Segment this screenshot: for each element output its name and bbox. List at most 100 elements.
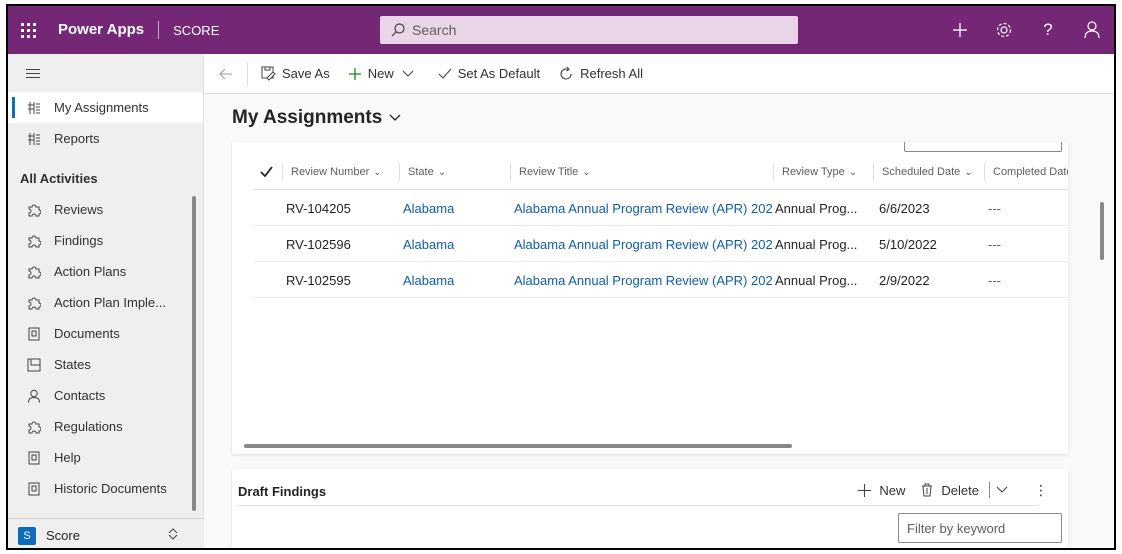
chevron-down-icon (389, 114, 401, 121)
filter-by-keyword-input[interactable]: Filter by keyword (898, 513, 1062, 543)
chevron-down-icon: ⌄ (373, 166, 382, 178)
back-button[interactable] (204, 61, 248, 86)
sidebar-item-help[interactable]: Help (8, 442, 203, 473)
cell-scheduled-date: 6/6/2023 (879, 200, 930, 216)
person-icon (1084, 21, 1100, 39)
chevron-down-icon[interactable] (402, 70, 414, 78)
column-header-review-number[interactable]: Review Number ⌄ (282, 163, 394, 181)
checkmark-icon (260, 166, 273, 178)
sidebar-item-action-plans[interactable]: Action Plans (8, 256, 203, 287)
filter-input[interactable] (904, 142, 1062, 152)
cell-review-number: RV-102596 (286, 236, 351, 252)
new-view-button[interactable]: New (339, 54, 429, 94)
sidebar-item-historic-documents[interactable]: Historic Documents (8, 473, 203, 504)
puzzle-icon (26, 264, 42, 280)
chevron-up-down-icon (168, 528, 178, 543)
draft-more-dropdown[interactable] (989, 482, 1016, 498)
app-launcher-button[interactable] (8, 6, 48, 54)
plus-icon (953, 23, 967, 37)
puzzle-icon (26, 233, 42, 249)
sidebar-item-label: My Assignments (54, 100, 149, 115)
sidebar-item-regulations[interactable]: Regulations (8, 411, 203, 442)
view-selector[interactable]: My Assignments (232, 107, 401, 129)
refresh-all-label: Refresh All (580, 66, 643, 81)
column-label: Completed Date (993, 166, 1068, 178)
chevron-down-icon: ⌄ (964, 166, 973, 178)
collapse-nav-button[interactable] (8, 54, 203, 92)
sidebar-item-reports[interactable]: Reports (8, 123, 203, 154)
column-header-state[interactable]: State ⌄ (399, 163, 499, 181)
area-label: Score (46, 528, 80, 543)
draft-overflow-button[interactable]: ⋮ (1034, 482, 1048, 499)
sidebar-item-label: Regulations (54, 419, 123, 434)
new-record-button[interactable] (938, 6, 982, 54)
sidebar-item-label: Reports (54, 131, 100, 146)
top-bar-actions: ? (938, 6, 1114, 54)
top-bar: Power Apps SCORE Search ? (8, 6, 1114, 54)
puzzle-icon (26, 295, 42, 311)
sidebar-item-documents[interactable]: Documents (8, 318, 203, 349)
app-name[interactable]: Power Apps (48, 21, 160, 39)
column-header-completed-date[interactable]: Completed Date (984, 163, 1068, 181)
sidebar-item-label: Historic Documents (54, 481, 167, 496)
sidebar-scrollbar[interactable] (192, 196, 196, 511)
hamburger-icon (26, 72, 40, 74)
cell-review-title-link[interactable]: Alabama Annual Program Review (APR) 2022 (514, 226, 772, 262)
search-icon (391, 23, 405, 37)
main-scrollbar[interactable] (1100, 202, 1104, 260)
column-header-scheduled-date[interactable]: Scheduled Date ⌄ (873, 163, 977, 181)
sidebar-item-contacts[interactable]: Contacts (8, 380, 203, 411)
cell-state-link[interactable]: Alabama (403, 262, 454, 298)
area-switcher[interactable]: S Score (8, 518, 204, 548)
grid-header: Review Number ⌄ State ⌄ Review Title ⌄ Revi… (254, 154, 1068, 190)
cell-state-link[interactable]: Alabama (403, 190, 454, 226)
cell-review-title-link[interactable]: Alabama Annual Program Review (APR) 2023 (514, 262, 772, 298)
nav-group-title: All Activities (20, 171, 98, 186)
draft-new-button[interactable]: New (858, 483, 905, 498)
arrow-left-icon (218, 68, 232, 79)
gear-icon (996, 22, 1012, 38)
column-header-review-title[interactable]: Review Title ⌄ (510, 163, 760, 181)
cell-review-type: Annual Prog... (775, 200, 858, 216)
account-button[interactable] (1070, 6, 1114, 54)
table-row[interactable]: RV-102595 Alabama Alabama Annual Program… (254, 262, 1068, 298)
document-icon (26, 326, 42, 342)
set-as-default-button[interactable]: Set As Default (429, 54, 549, 94)
save-as-button[interactable]: Save As (252, 54, 339, 94)
search-input[interactable]: Search (380, 16, 798, 44)
sidebar-item-label: Contacts (54, 388, 106, 403)
sidebar-item-label: Action Plan Imple... (54, 295, 166, 310)
environment-name[interactable]: SCORE (159, 23, 219, 38)
cell-state-link[interactable]: Alabama (403, 226, 454, 262)
more-vertical-icon: ⋮ (1034, 481, 1048, 498)
sidebar-item-findings[interactable]: Findings (8, 225, 203, 256)
table-row[interactable]: RV-102596 Alabama Alabama Annual Program… (254, 226, 1068, 262)
draft-findings-title: Draft Findings (238, 484, 327, 499)
sidebar: My Assignments Reports All Activities Re… (8, 54, 204, 548)
sidebar-item-label: Help (54, 450, 81, 465)
plus-icon (858, 483, 872, 497)
new-label: New (367, 66, 394, 81)
select-all-checkbox[interactable] (260, 164, 273, 180)
plus-icon (348, 67, 361, 80)
sidebar-item-states[interactable]: States (8, 349, 203, 380)
table-row[interactable]: RV-104205 Alabama Alabama Annual Program… (254, 190, 1068, 226)
settings-button[interactable] (982, 6, 1026, 54)
chevron-down-icon: ⌄ (437, 166, 447, 178)
person-icon (26, 388, 42, 404)
draft-delete-button[interactable]: Delete (921, 483, 979, 498)
refresh-all-button[interactable]: Refresh All (549, 54, 652, 94)
sidebar-item-my-assignments[interactable]: My Assignments (8, 92, 203, 123)
sidebar-item-reviews[interactable]: Reviews (8, 194, 203, 225)
waffle-icon (20, 22, 36, 38)
help-button[interactable]: ? (1026, 6, 1070, 54)
horizontal-scrollbar[interactable] (244, 444, 792, 448)
sidebar-item-action-plan-implementation[interactable]: Action Plan Imple... (8, 287, 203, 318)
draft-findings-panel: Draft Findings New Delete ⋮ Filter by ke… (232, 469, 1068, 548)
column-header-review-type[interactable]: Review Type ⌄ (773, 163, 865, 181)
cell-review-title-link[interactable]: Alabama Annual Program Review (APR) 2023… (514, 190, 772, 226)
sidebar-item-label: Documents (54, 326, 120, 341)
sidebar-item-label: Action Plans (54, 264, 127, 279)
set-default-label: Set As Default (457, 66, 541, 81)
chevron-down-icon: ⌄ (582, 166, 591, 178)
